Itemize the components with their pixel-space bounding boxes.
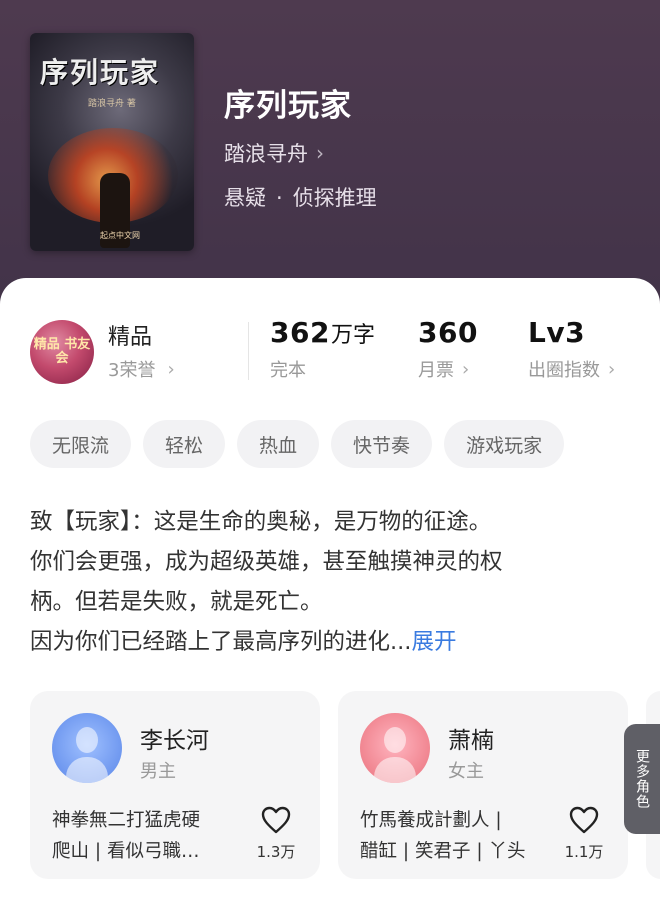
genre-primary: 悬疑 (224, 186, 266, 210)
tag-chip[interactable]: 无限流 (30, 420, 132, 468)
author-link[interactable]: 踏浪寻舟 › (224, 138, 324, 168)
character-name: 李长河 (140, 728, 209, 754)
chevron-right-icon: › (316, 141, 324, 165)
like-count: 1.3万 (256, 843, 296, 861)
chevron-right-icon: › (462, 358, 470, 380)
chevron-right-icon: › (167, 358, 175, 380)
quality-label: 精品 (108, 325, 153, 350)
character-card[interactable]: 萧楠 女主 竹馬養成計劃人 | 醋缸 | 笑君子 | 丫头 1.1万 (338, 691, 628, 879)
monthly-votes-label: 月票 (418, 360, 454, 381)
tag-list: 无限流 轻松 热血 快节奏 游戏玩家 (30, 420, 565, 468)
character-desc-line: 爬山 | 看似弓職… (52, 841, 200, 862)
character-desc-line: 竹馬養成計劃人 | (360, 810, 502, 831)
chevron-right-icon: › (608, 358, 616, 380)
description-line: 致【玩家】：这是生命的奥秘，是万物的征途。 (30, 509, 492, 535)
stats-divider (248, 322, 249, 380)
completion-status: 完本 (270, 360, 306, 381)
tag-chip[interactable]: 热血 (237, 420, 320, 468)
like-count: 1.1万 (564, 843, 604, 861)
character-name: 萧楠 (448, 728, 494, 754)
stats-row: 精品 书友会 精品 3荣誉 › 362万字 完本 360 月票 › Lv3 出圈… (30, 316, 650, 388)
popularity-label-row: 出圈指数 › (528, 356, 615, 382)
tag-chip[interactable]: 快节奏 (331, 420, 433, 468)
more-roles-tab[interactable]: 更多角色 (624, 724, 660, 834)
word-count-stat: 362万字 完本 (270, 316, 375, 382)
expand-link[interactable]: 展开 (411, 629, 456, 655)
popularity-level: Lv3 (528, 316, 586, 349)
book-title: 序列玩家 (224, 88, 352, 124)
genre-line: 悬疑 · 侦探推理 (224, 182, 377, 212)
character-role: 女主 (448, 761, 484, 782)
monthly-votes-number: 360 (418, 316, 478, 349)
tag-chip[interactable]: 游戏玩家 (444, 420, 565, 468)
heart-outline-icon (569, 806, 599, 834)
like-button[interactable]: 1.3万 (254, 805, 298, 862)
badge-art-text: 精品 书友会 (33, 337, 91, 366)
character-description: 神拳無二打猛虎硬 爬山 | 看似弓職… (52, 805, 242, 867)
author-name: 踏浪寻舟 (224, 142, 308, 166)
avatar-female-icon (360, 713, 430, 783)
heart-outline-icon (261, 806, 291, 834)
tag-chip[interactable]: 轻松 (143, 420, 226, 468)
character-desc-line: 神拳無二打猛虎硬 (52, 810, 201, 831)
popularity-label: 出圈指数 (528, 360, 600, 381)
description-line: 你们会更强，成为超级英雄，甚至触摸神灵的权 (30, 549, 503, 575)
character-card[interactable]: 李长河 男主 神拳無二打猛虎硬 爬山 | 看似弓職… 1.3万 (30, 691, 320, 879)
character-desc-line: 醋缸 | 笑君子 | 丫头 (360, 841, 526, 862)
description-line: 柄。但若是失败，就是死亡。 (30, 589, 323, 615)
avatar-male-icon (52, 713, 122, 783)
popularity-index-stat[interactable]: Lv3 出圈指数 › (528, 316, 615, 382)
cover-publisher-art: 起点中文网 (100, 231, 140, 240)
honor-count: 3荣誉 (108, 360, 156, 381)
book-description: 致【玩家】：这是生命的奥秘，是万物的征途。 你们会更强，成为超级英雄，甚至触摸神… (30, 502, 630, 662)
monthly-votes-label-row: 月票 › (418, 356, 478, 382)
genre-separator: · (276, 186, 283, 210)
character-description: 竹馬養成計劃人 | 醋缸 | 笑君子 | 丫头 (360, 805, 550, 867)
genre-secondary: 侦探推理 (292, 186, 377, 210)
description-line: 因为你们已经踏上了最高序列的进化... (30, 629, 412, 655)
quality-badge-icon: 精品 书友会 (30, 320, 94, 384)
character-role: 男主 (140, 761, 176, 782)
book-cover[interactable]: 序列玩家 踏浪寻舟 著 起点中文网 (30, 33, 194, 251)
book-header: 序列玩家 踏浪寻舟 著 起点中文网 序列玩家 踏浪寻舟 › 悬疑 · 侦探推理 (0, 0, 660, 300)
cover-title-art: 序列玩家 (40, 56, 161, 89)
cover-author-art: 踏浪寻舟 著 (88, 99, 136, 109)
monthly-votes-stat[interactable]: 360 月票 › (418, 316, 478, 382)
honor-link[interactable]: 3荣誉 › (108, 356, 175, 382)
word-count-number: 362 (270, 316, 330, 349)
character-list: 李长河 男主 神拳無二打猛虎硬 爬山 | 看似弓職… 1.3万 萧楠 女主 竹馬… (30, 691, 660, 889)
like-button[interactable]: 1.1万 (562, 805, 606, 862)
description-last-line: 因为你们已经踏上了最高序列的进化...展开 (30, 622, 630, 662)
book-detail-card: 精品 书友会 精品 3荣誉 › 362万字 完本 360 月票 › Lv3 出圈… (0, 278, 660, 903)
word-count-unit: 万字 (330, 323, 375, 348)
